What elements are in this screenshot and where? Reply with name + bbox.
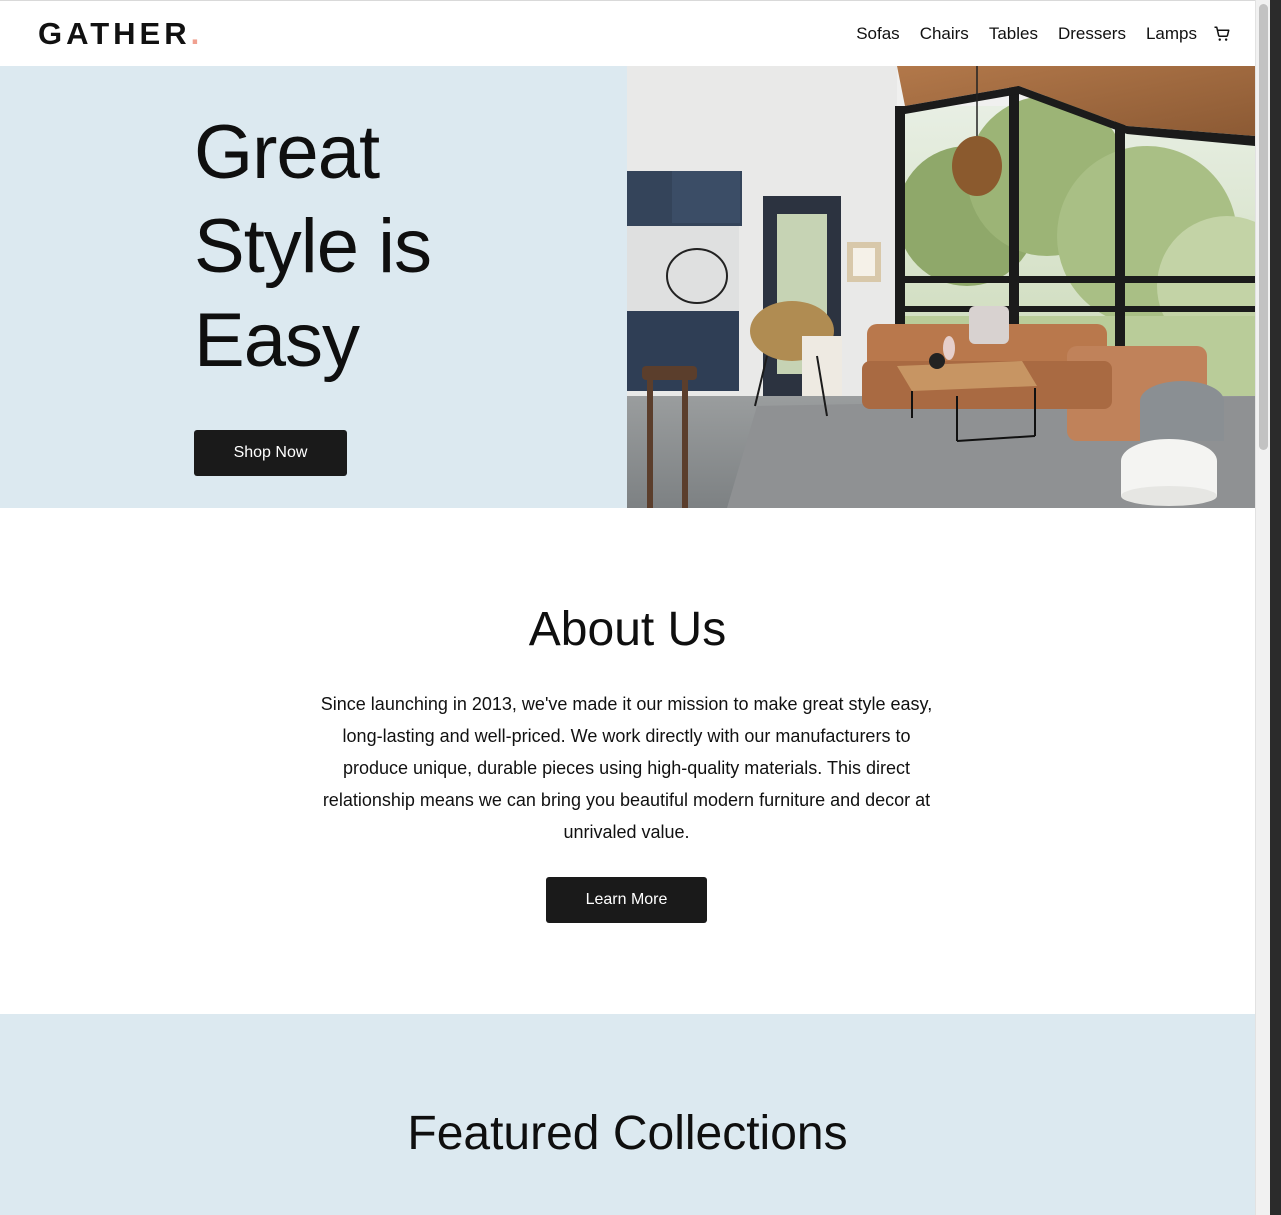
window-edge bbox=[1270, 0, 1281, 1215]
hero-title: Great Style is Easy bbox=[194, 106, 594, 388]
nav-lamps[interactable]: Lamps bbox=[1146, 23, 1197, 45]
nav-chairs[interactable]: Chairs bbox=[920, 23, 969, 45]
hero-title-line: Easy bbox=[194, 298, 360, 383]
scrollbar-thumb[interactable] bbox=[1259, 4, 1268, 450]
logo-text: GATHER bbox=[38, 16, 191, 51]
hero-image bbox=[627, 66, 1255, 508]
site-header: GATHER. Sofas Chairs Tables Dressers Lam… bbox=[0, 1, 1255, 66]
about-title: About Us bbox=[528, 603, 727, 656]
cart-icon[interactable] bbox=[1213, 25, 1231, 43]
nav-dressers[interactable]: Dressers bbox=[1058, 23, 1126, 45]
hero-title-line: Style is bbox=[194, 204, 432, 289]
about-text: Since launching in 2013, we've made it o… bbox=[320, 694, 933, 842]
living-room-illustration bbox=[627, 66, 1255, 508]
hero-section: Great Style is Easy Shop Now bbox=[0, 66, 1255, 508]
page: GATHER. Sofas Chairs Tables Dressers Lam… bbox=[0, 0, 1255, 1215]
featured-collections-section: Featured Collections bbox=[0, 1014, 1255, 1215]
shop-now-button[interactable]: Shop Now bbox=[194, 430, 347, 476]
featured-title: Featured Collections bbox=[407, 1107, 848, 1160]
main-nav: Sofas Chairs Tables Dressers Lamps bbox=[856, 23, 1197, 45]
hero-text-panel: Great Style is Easy Shop Now bbox=[0, 66, 627, 508]
nav-tables[interactable]: Tables bbox=[989, 23, 1038, 45]
nav-sofas[interactable]: Sofas bbox=[856, 23, 899, 45]
logo-dot: . bbox=[190, 16, 200, 51]
logo[interactable]: GATHER. bbox=[38, 16, 199, 52]
learn-more-button[interactable]: Learn More bbox=[546, 877, 707, 923]
hero-title-line: Great bbox=[194, 110, 380, 195]
